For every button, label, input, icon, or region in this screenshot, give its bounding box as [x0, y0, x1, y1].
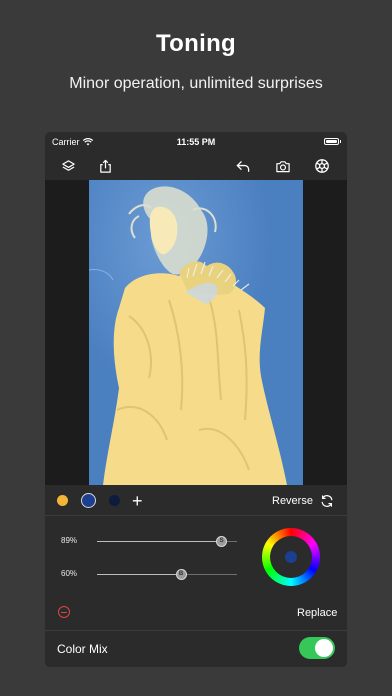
promo-subtitle: Minor operation, unlimited surprises — [69, 75, 323, 92]
remove-color-icon[interactable] — [58, 606, 70, 618]
palette-row: + Reverse — [45, 490, 347, 512]
toolbar — [45, 152, 347, 180]
brightness-track-fill — [97, 574, 181, 575]
reverse-button[interactable]: Reverse — [272, 495, 313, 507]
saturation-value: 89% — [61, 536, 78, 545]
status-time: 11:55 PM — [176, 137, 216, 147]
reverse-icon[interactable] — [320, 494, 334, 513]
camera-icon[interactable] — [273, 156, 293, 176]
swatch-yellow[interactable] — [57, 495, 68, 506]
settings-icon[interactable] — [312, 156, 332, 176]
brightness-value: 60% — [61, 569, 78, 578]
selected-color-dot — [285, 551, 297, 563]
swatch-navy[interactable] — [109, 495, 120, 506]
toned-photo — [89, 180, 303, 485]
swatch-blue-selected[interactable] — [81, 493, 96, 508]
saturation-slider[interactable]: 89% S — [45, 532, 245, 552]
phone-screen: Carrier 11:55 PM + Reverse 89% S 60% B R… — [45, 132, 347, 667]
toggle-knob — [315, 639, 333, 657]
saturation-track: S — [97, 536, 237, 547]
battery-icon — [324, 138, 341, 145]
undo-icon[interactable] — [233, 156, 253, 176]
palette-divider — [45, 515, 347, 516]
share-icon[interactable] — [95, 156, 115, 176]
color-wheel[interactable] — [262, 528, 320, 586]
brightness-slider[interactable]: 60% B — [45, 565, 245, 585]
color-mix-label: Color Mix — [57, 642, 108, 656]
layers-icon[interactable] — [58, 156, 78, 176]
toned-portrait-image — [89, 180, 303, 485]
status-bar: Carrier 11:55 PM — [45, 132, 347, 152]
saturation-track-fill — [97, 541, 222, 542]
color-mix-row: Color Mix — [45, 631, 347, 667]
add-swatch-button[interactable]: + — [132, 491, 143, 511]
brightness-thumb[interactable]: B — [175, 569, 187, 580]
image-canvas[interactable] — [45, 180, 347, 485]
promo-title: Toning — [156, 30, 236, 57]
brightness-track: B — [97, 569, 237, 580]
replace-button[interactable]: Replace — [297, 607, 337, 619]
saturation-thumb[interactable]: S — [216, 536, 228, 547]
color-mix-toggle[interactable] — [299, 637, 335, 659]
